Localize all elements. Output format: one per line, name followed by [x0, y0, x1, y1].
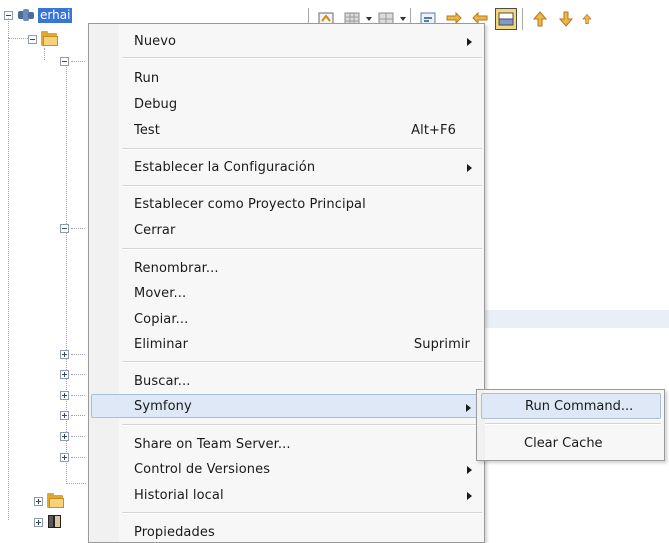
expand-icon[interactable] [60, 390, 69, 400]
menu-item-eliminar[interactable]: Eliminar Suprimir [91, 332, 482, 356]
tree-row-node[interactable] [60, 449, 85, 465]
menu-item-share-team-server[interactable]: Share on Team Server... [91, 432, 482, 456]
menu-item-label: Symfony [134, 398, 192, 414]
collapse-icon[interactable] [28, 34, 37, 44]
menu-item-label: Establecer como Proyecto Principal [134, 196, 366, 212]
php-project-icon [18, 9, 34, 21]
tree-row-folder[interactable] [34, 493, 65, 509]
collapse-icon[interactable] [60, 56, 69, 66]
menu-item-historial-local[interactable]: Historial local [91, 483, 482, 507]
menu-item-label: Cerrar [134, 222, 176, 238]
collapse-icon[interactable] [60, 223, 69, 233]
tree-row-node[interactable] [60, 53, 85, 69]
menu-item-label: Mover... [134, 285, 187, 301]
toolbar-separator [522, 8, 524, 30]
tree-guide [8, 38, 28, 39]
menu-item-label: Share on Team Server... [134, 436, 291, 452]
menu-item-label: Renombrar... [134, 260, 219, 276]
source-folder-icon [41, 31, 59, 47]
menu-item-debug[interactable]: Debug [91, 92, 482, 116]
menu-item-label: Run Command... [525, 398, 634, 414]
menu-item-shortcut: Suprimir [413, 336, 470, 352]
menu-separator [122, 57, 482, 59]
expand-icon[interactable] [60, 349, 69, 359]
tree-row-project[interactable]: erhai [4, 7, 73, 23]
menu-item-label: Buscar... [134, 373, 191, 389]
submenu-arrow-icon [467, 466, 472, 474]
menu-item-label: Eliminar [134, 336, 189, 352]
menu-separator [122, 361, 482, 363]
menu-item-shortcut: Alt+F6 [411, 122, 456, 138]
menu-item-copiar[interactable]: Copiar... [91, 307, 482, 331]
menu-separator [485, 423, 661, 425]
menu-item-label: Run [134, 70, 160, 86]
menu-item-label: Copiar... [134, 311, 189, 327]
editor-highlight-line [484, 310, 669, 328]
expand-icon[interactable] [34, 517, 43, 527]
expand-icon[interactable] [34, 496, 43, 506]
menu-item-renombrar[interactable]: Renombrar... [91, 256, 482, 280]
tree-row-node[interactable] [60, 346, 85, 362]
context-menu: Nuevo Run Debug Test Alt+F6 Establecer l… [88, 23, 485, 543]
menu-item-buscar[interactable]: Buscar... [91, 369, 482, 393]
menu-separator [122, 248, 482, 250]
menu-item-label: Debug [134, 96, 178, 112]
menu-item-establecer-configuracion[interactable]: Establecer la Configuración [91, 155, 482, 179]
menu-item-label: Establecer la Configuración [134, 159, 316, 175]
tree-row-node[interactable] [60, 366, 85, 382]
menu-item-nuevo[interactable]: Nuevo [91, 29, 482, 53]
library-icon [47, 514, 63, 530]
menu-item-label: Propiedades [134, 524, 215, 540]
submenu-arrow-icon [466, 404, 471, 412]
menu-item-control-versiones[interactable]: Control de Versiones [91, 457, 482, 481]
expand-icon[interactable] [60, 410, 69, 420]
menu-item-propiedades[interactable]: Propiedades [91, 520, 482, 543]
arrow-up-icon[interactable] [529, 8, 551, 30]
menu-item-label: Test [134, 122, 161, 138]
folder-icon [47, 493, 65, 509]
tree-row-node[interactable] [60, 220, 85, 236]
arrow-down-icon[interactable] [555, 8, 577, 30]
tree-row-node[interactable] [60, 428, 85, 444]
submenu-arrow-icon [467, 492, 472, 500]
menu-item-symfony[interactable]: Symfony [91, 394, 482, 418]
tree-row-library[interactable] [34, 514, 63, 530]
menu-separator [122, 512, 482, 514]
submenu-arrow-icon [467, 38, 472, 46]
menu-separator [122, 148, 482, 150]
menu-item-label: Historial local [134, 487, 224, 503]
menu-item-test[interactable]: Test Alt+F6 [91, 118, 482, 142]
tree-row-node[interactable] [60, 387, 85, 403]
menu-separator [122, 424, 482, 426]
project-label[interactable]: erhai [38, 7, 73, 23]
tree-guide [66, 483, 86, 484]
tree-row-folder[interactable] [28, 31, 59, 47]
tree-guide [8, 40, 9, 520]
menu-item-label: Control de Versiones [134, 461, 271, 477]
menu-item-run[interactable]: Run [91, 66, 482, 90]
submenu-arrow-icon [467, 164, 472, 172]
symfony-submenu: Run Command... Clear Cache [476, 389, 665, 461]
menu-item-label: Nuevo [134, 33, 177, 49]
tree-row-node[interactable] [60, 407, 85, 423]
arrow-next-icon[interactable] [581, 8, 593, 30]
split-panel-icon[interactable] [495, 8, 517, 30]
menu-separator [122, 185, 482, 187]
tree-guide [44, 48, 45, 60]
menu-item-label: Clear Cache [524, 435, 603, 451]
menu-item-cerrar[interactable]: Cerrar [91, 218, 482, 242]
menu-item-mover[interactable]: Mover... [91, 281, 482, 305]
menu-item-proyecto-principal[interactable]: Establecer como Proyecto Principal [91, 192, 482, 216]
expand-icon[interactable] [60, 431, 69, 441]
submenu-item-clear-cache[interactable]: Clear Cache [481, 430, 661, 456]
tree-guide [8, 18, 9, 38]
expand-icon[interactable] [60, 369, 69, 379]
submenu-item-run-command[interactable]: Run Command... [481, 393, 661, 419]
expand-icon[interactable] [60, 452, 69, 462]
